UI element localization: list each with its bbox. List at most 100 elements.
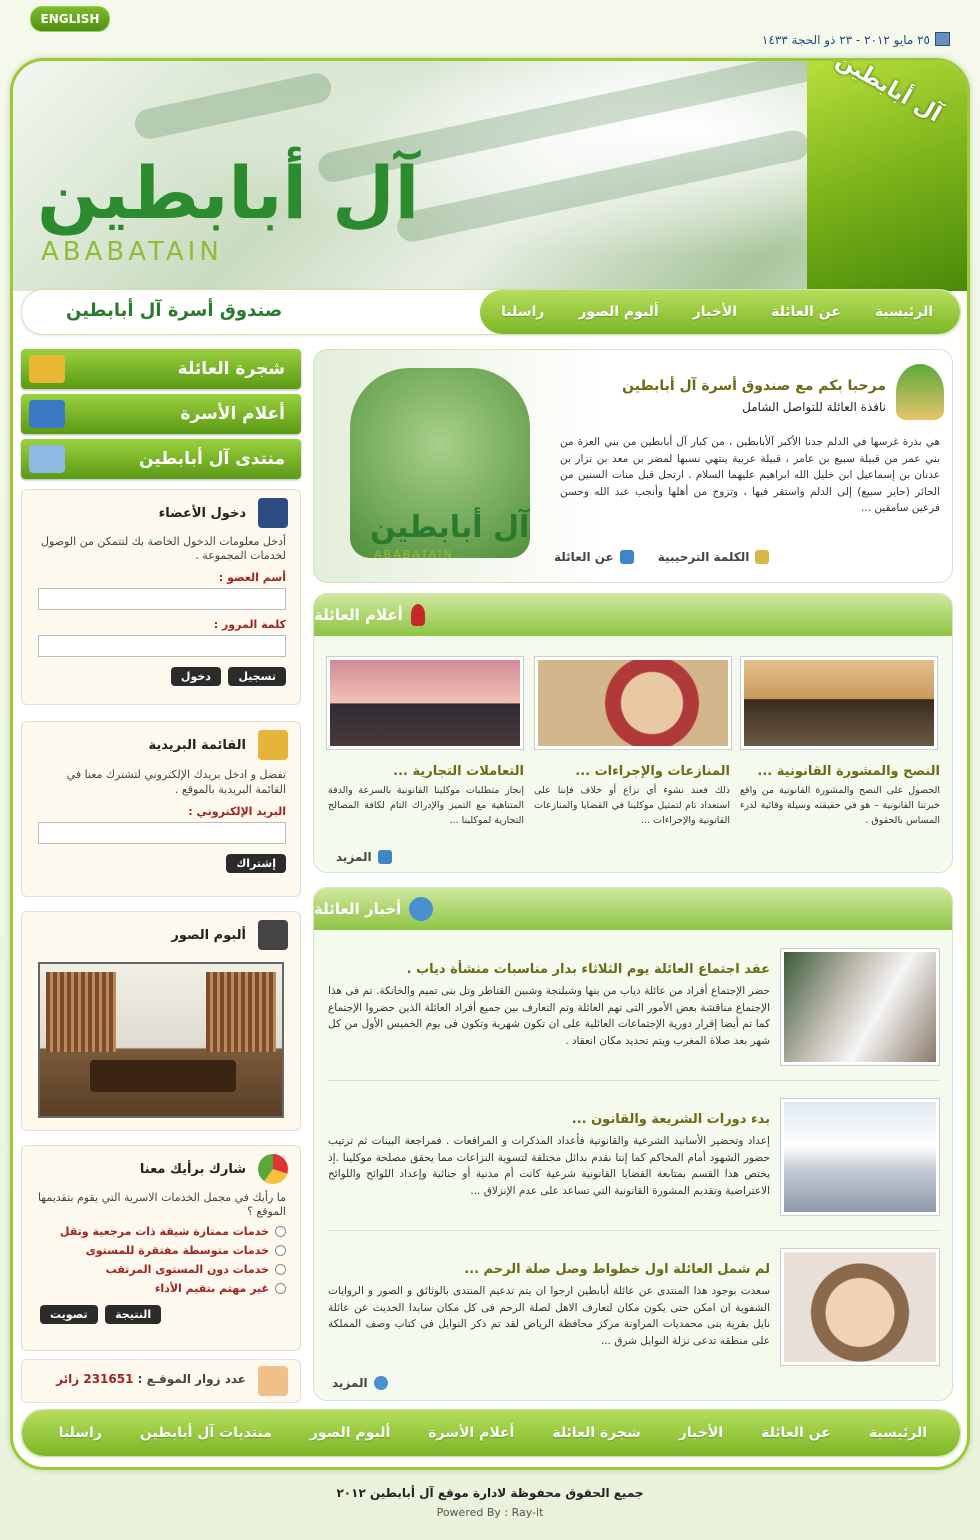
login-button[interactable]: دخول: [170, 667, 221, 686]
poll-option[interactable]: غير مهتم بتقيم الأداء: [36, 1282, 286, 1295]
username-input[interactable]: [38, 588, 286, 610]
news-item-text: حضر الإجتماع أفراد من عائلة دياب من بنها…: [328, 985, 770, 1047]
chat-bubble-icon: [29, 445, 65, 473]
mailing-title: القائمة البريدية: [148, 738, 246, 753]
about-family-link[interactable]: عن العائلة: [554, 550, 634, 564]
album-box: ألبوم الصور: [21, 911, 301, 1131]
family-notables-label: أعلام الأسرة: [180, 404, 285, 424]
footer-nav-family-tree[interactable]: شجرة العائلة: [533, 1425, 659, 1441]
footer-nav-about[interactable]: عن العائلة: [742, 1425, 850, 1441]
footer-nav-album[interactable]: ألبوم الصور: [291, 1425, 409, 1441]
register-button[interactable]: تسجيل: [228, 667, 286, 686]
poll-option-label: خدمات دون المستوى المرتقب: [105, 1263, 269, 1276]
notable-item-title[interactable]: النصح والمشورة القانونية ...: [740, 764, 940, 779]
welcome-subtitle: نافذة العائلة للتواصل الشامل: [742, 400, 886, 414]
corner-logo: آل أبابطين: [831, 58, 946, 128]
vote-button[interactable]: تصويت: [40, 1305, 98, 1324]
pie-chart-icon: [258, 1154, 288, 1184]
info-icon: [619, 550, 634, 564]
notable-item-title[interactable]: المنازعات والإجراءات ...: [534, 764, 730, 779]
welcome-speech-label: الكلمة الترحيبية: [657, 550, 750, 564]
nav-about[interactable]: عن العائلة: [754, 304, 858, 320]
document-icon: [755, 550, 770, 564]
radio-button[interactable]: [275, 1226, 286, 1237]
login-intro: أدخل معلومات الدخول الخاصة بك لتتمكن من …: [41, 535, 286, 562]
visitors-count: 231651: [83, 1372, 134, 1386]
notable-item-text: إنجاز متطلبات موكلينا القانونية بالسرعة …: [328, 785, 524, 826]
nav-contact[interactable]: راسلنا: [484, 304, 561, 320]
notables-more-link[interactable]: المزيد: [336, 850, 392, 864]
nav-home[interactable]: الرئيسية: [858, 304, 950, 320]
footer-nav-home[interactable]: الرئيسية: [850, 1425, 946, 1441]
notable-photo-2[interactable]: [534, 656, 732, 750]
english-language-button[interactable]: ENGLISH: [30, 6, 110, 32]
divider: [328, 1080, 940, 1081]
visitors-line: عدد زوار الموقـع : 231651 زائر: [36, 1372, 286, 1386]
notables-more-label: المزيد: [336, 850, 372, 864]
site-logo-arabic[interactable]: آل أبابطين: [37, 151, 421, 235]
footer-nav-notables[interactable]: أعلام الأسرة: [409, 1425, 533, 1441]
forum-tab[interactable]: منتدى آل أبابطين: [21, 439, 301, 479]
header-banner: آل أبابطين آل أبابطين ABABATAIN: [13, 61, 967, 291]
poll-box: شارك برأيك معنا ما رأيك في مجمل الخدمات …: [21, 1145, 301, 1351]
main-nav-items: الرئيسية عن العائلة الأخبار ألبوم الصور …: [484, 290, 950, 334]
poll-question: ما رأيك في مجمل الخدمات الاسرية التي يقو…: [37, 1191, 286, 1218]
table-image: [90, 1060, 236, 1092]
news-photo-1[interactable]: [780, 948, 940, 1066]
flag-icon: [29, 400, 65, 428]
subscribe-button[interactable]: إشتراك: [226, 854, 286, 873]
welcome-links: الكلمة الترحيبية عن العائلة: [554, 550, 770, 564]
users-icon: [258, 1366, 288, 1396]
nav-album[interactable]: ألبوم الصور: [561, 304, 675, 320]
about-family-label: عن العائلة: [554, 550, 614, 564]
footer-nav-news[interactable]: الأخبار: [660, 1425, 742, 1441]
result-button[interactable]: النتيجة: [105, 1305, 162, 1324]
banner-corner: آل أبابطين: [807, 61, 967, 291]
email-input[interactable]: [38, 822, 286, 844]
notables-panel: أعلام العائلة النصح والمشورة القانونية .…: [313, 593, 953, 873]
notable-photo-1[interactable]: [740, 656, 938, 750]
pin-icon: [410, 604, 425, 626]
radio-button[interactable]: [275, 1283, 286, 1294]
family-tree-icon: [29, 355, 65, 383]
news-item-title[interactable]: عقد اجتماع العائلة يوم الثلاثاء بدار منا…: [328, 962, 770, 977]
divider: [328, 1230, 940, 1231]
radio-button[interactable]: [275, 1245, 286, 1256]
password-input[interactable]: [38, 635, 286, 657]
news-item-title[interactable]: لم شمل العائلة اول خطواط وصل صلة الرحم .…: [328, 1262, 770, 1277]
news-item-title[interactable]: بدء دورات الشريعة والقانون ...: [328, 1112, 770, 1127]
welcome-speech-link[interactable]: الكلمة الترحيبية: [658, 550, 770, 564]
news-more-link[interactable]: المزيد: [332, 1376, 388, 1390]
login-title: دخول الأعضاء: [158, 506, 246, 521]
username-label: أسم العضو :: [218, 571, 286, 584]
family-tree-tab[interactable]: شجرة العائلة: [21, 349, 301, 389]
notable-photo-3[interactable]: [326, 656, 524, 750]
radio-button[interactable]: [275, 1264, 286, 1275]
welcome-panel: آل أبابطين ABABATAIN مرحبا بكم مع صندوق …: [313, 349, 953, 583]
notable-item-3: التعاملات التجارية ... إنجاز متطلبات موك…: [328, 764, 524, 828]
notables-header: أعلام العائلة: [314, 594, 952, 636]
footer-nav-forums[interactable]: منتديات آل أبابطين: [121, 1425, 291, 1441]
footer-nav-contact[interactable]: راسلنا: [40, 1425, 121, 1441]
poll-option[interactable]: خدمات دون المستوى المرتقب: [36, 1263, 286, 1276]
news-photo-3[interactable]: [780, 1248, 940, 1366]
poll-option[interactable]: خدمات ممتازة شيقة ذات مرجعية وتقل: [36, 1225, 286, 1238]
notable-item-title[interactable]: التعاملات التجارية ...: [328, 764, 524, 779]
news-item-text: سعدت بوجود هذا المنتدى عن عائلة أبابطين …: [328, 1285, 770, 1347]
poll-title: شارك برأيك معنا: [139, 1162, 246, 1177]
main-nav: الرئيسية عن العائلة الأخبار ألبوم الصور …: [21, 289, 961, 335]
poll-option[interactable]: خدمات متوسطة مفتقرة للمستوى: [36, 1244, 286, 1257]
album-photo[interactable]: [38, 962, 284, 1118]
notable-item-text: الحصول على النصح والمشورة القانونية من و…: [740, 785, 940, 826]
info-icon: [377, 850, 392, 864]
welcome-logo-arabic: آل أبابطين: [370, 510, 530, 545]
calendar-icon: [935, 32, 950, 46]
powered-by-link[interactable]: Powered By : Ray-it: [0, 1506, 980, 1519]
main-frame: آل أبابطين آل أبابطين ABABATAIN الرئيسية…: [10, 58, 970, 1470]
bookshelf-image: [206, 972, 276, 1052]
news-title: أخبار العائلة: [314, 900, 402, 918]
poll-option-label: خدمات متوسطة مفتقرة للمستوى: [85, 1244, 269, 1257]
news-photo-2[interactable]: [780, 1098, 940, 1216]
nav-news[interactable]: الأخبار: [676, 304, 754, 320]
family-notables-tab[interactable]: أعلام الأسرة: [21, 394, 301, 434]
